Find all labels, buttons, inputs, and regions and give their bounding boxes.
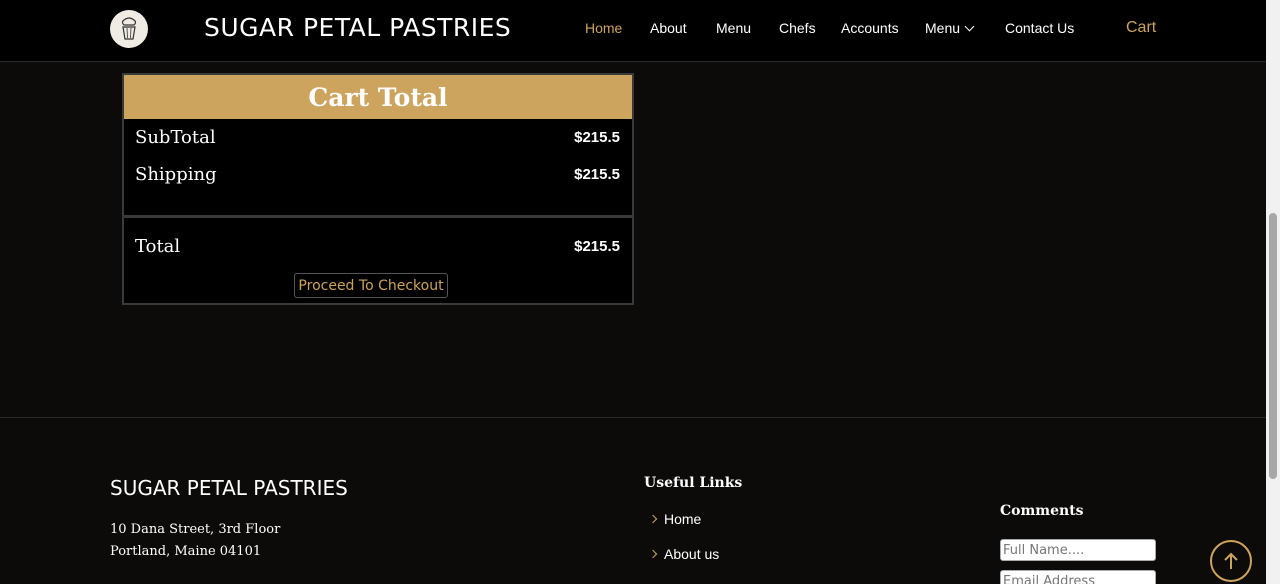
total-row: Total $215.5 <box>135 236 620 257</box>
footer-link-about[interactable]: About us <box>648 546 720 562</box>
shipping-value: $215.5 <box>574 166 620 183</box>
proceed-to-checkout-button[interactable]: Proceed To Checkout <box>294 273 448 298</box>
footer-link-about-label: About us <box>664 546 720 562</box>
footer-address-line2: Portland, Maine 04101 <box>110 544 262 559</box>
total-value: $215.5 <box>574 238 620 255</box>
nav-chefs[interactable]: Chefs <box>779 20 816 36</box>
footer-brand: SUGAR PETAL PASTRIES <box>110 476 348 500</box>
site-header: SUGAR PETAL PASTRIES Home About Menu Che… <box>0 0 1266 62</box>
subtotal-row: SubTotal $215.5 <box>135 127 620 148</box>
shipping-label: Shipping <box>135 164 217 185</box>
chevron-right-icon <box>648 514 658 524</box>
useful-links-title: Useful Links <box>644 475 743 491</box>
footer-link-home[interactable]: Home <box>648 511 702 527</box>
chevron-right-icon <box>648 549 658 559</box>
full-name-input[interactable] <box>1000 539 1156 561</box>
nav-menu-dropdown[interactable]: Menu <box>925 20 975 36</box>
footer-divider <box>0 417 1266 418</box>
cart-total-title: Cart Total <box>124 75 632 119</box>
arrow-up-icon <box>1224 552 1238 569</box>
subtotal-value: $215.5 <box>574 129 620 146</box>
nav-accounts[interactable]: Accounts <box>841 20 899 36</box>
shipping-row: Shipping $215.5 <box>135 164 620 185</box>
chevron-down-icon <box>964 21 975 32</box>
site-brand[interactable]: SUGAR PETAL PASTRIES <box>204 13 511 42</box>
nav-about[interactable]: About <box>650 20 687 36</box>
cupcake-logo-icon[interactable] <box>110 10 148 48</box>
footer-link-home-label: Home <box>664 511 702 527</box>
cart-total-box: Cart Total SubTotal $215.5 Shipping $215… <box>122 73 634 305</box>
cart-divider <box>124 215 632 218</box>
nav-home[interactable]: Home <box>585 20 622 36</box>
email-input[interactable] <box>1000 570 1156 584</box>
total-label: Total <box>135 236 181 257</box>
scrollbar-thumb[interactable] <box>1269 213 1277 479</box>
comments-title: Comments <box>1000 503 1084 519</box>
subtotal-label: SubTotal <box>135 127 216 148</box>
nav-menu-dropdown-label: Menu <box>925 20 961 36</box>
footer-address-line1: 10 Dana Street, 3rd Floor <box>110 522 281 537</box>
nav-menu[interactable]: Menu <box>716 20 751 36</box>
nav-cart[interactable]: Cart <box>1126 19 1156 37</box>
back-to-top-button[interactable] <box>1210 540 1252 582</box>
nav-contact[interactable]: Contact Us <box>1005 20 1074 36</box>
